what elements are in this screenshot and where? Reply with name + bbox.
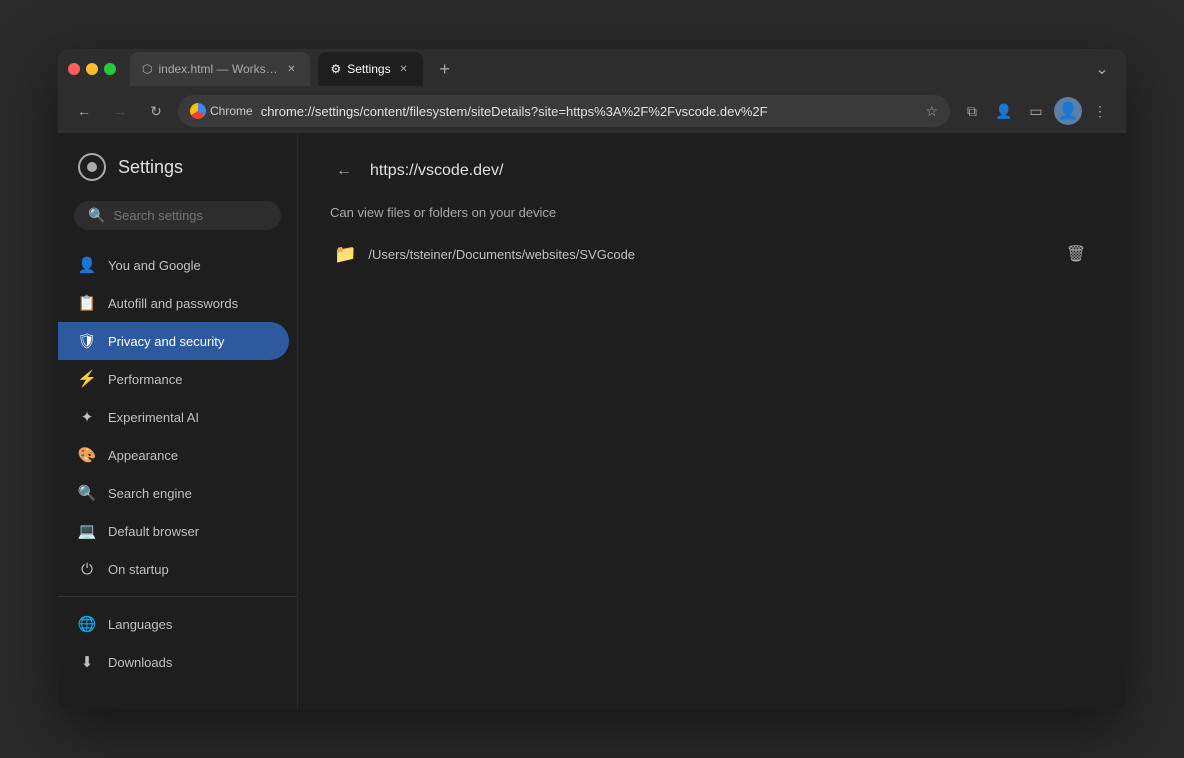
sidebar-item-label-experimental-ai: Experimental AI [108, 410, 199, 425]
search-settings-icon: 🔍 [88, 207, 105, 224]
sidebar-item-label-privacy: Privacy and security [108, 334, 224, 349]
profile-icon: 👤 [995, 103, 1012, 120]
forward-nav-button[interactable]: → [106, 97, 134, 125]
avatar-icon: 👤 [1058, 101, 1078, 121]
sidebar-item-label-appearance: Appearance [108, 448, 178, 463]
sidebar-item-languages[interactable]: 🌐 Languages [58, 605, 289, 643]
chrome-icon [190, 103, 206, 119]
tab-inactive-close[interactable]: ✕ [284, 62, 298, 76]
settings-tab-icon: ⚙ [330, 62, 341, 76]
avatar-button[interactable]: 👤 [1054, 97, 1082, 125]
tab-active-label: Settings [347, 62, 390, 76]
sidebar-item-performance[interactable]: ⚡ Performance [58, 360, 289, 398]
delete-file-button[interactable]: 🗑 [1062, 240, 1090, 268]
browser-window: ⬡ index.html — Workspace — V ✕ ⚙ Setting… [58, 49, 1126, 709]
settings-logo-icon [78, 153, 106, 181]
vscode-tab-icon: ⬡ [142, 62, 152, 76]
minimize-button[interactable] [86, 63, 98, 75]
back-header: ← https://vscode.dev/ [330, 157, 1094, 185]
sidebar-item-appearance[interactable]: 🎨 Appearance [58, 436, 289, 474]
sidebar-item-label-languages: Languages [108, 617, 172, 632]
tab-active-close[interactable]: ✕ [397, 62, 411, 76]
search-engine-icon: 🔍 [78, 484, 96, 502]
sidebar-divider [58, 596, 297, 597]
profile-button[interactable]: 👤 [990, 97, 1018, 125]
main-panel: ← https://vscode.dev/ Can view files or … [298, 133, 1126, 709]
tab-inactive[interactable]: ⬡ index.html — Workspace — V ✕ [130, 52, 310, 86]
main-content: Settings 🔍 👤 You and Google 📋 Autofill a… [58, 133, 1126, 709]
reload-icon: ↻ [150, 103, 162, 120]
sidebar-item-label-search-engine: Search engine [108, 486, 192, 501]
sidebar: Settings 🔍 👤 You and Google 📋 Autofill a… [58, 133, 298, 709]
folder-icon: 📁 [334, 244, 356, 265]
sidebar-item-downloads[interactable]: ⬇ Downloads [58, 643, 289, 681]
sidebar-item-label-downloads: Downloads [108, 655, 172, 670]
search-settings-bar[interactable]: 🔍 [74, 201, 281, 230]
tab-active[interactable]: ⚙ Settings ✕ [318, 52, 422, 86]
sidebar-item-autofill[interactable]: 📋 Autofill and passwords [58, 284, 289, 322]
back-nav-icon: ← [77, 103, 91, 119]
chrome-label: Chrome [210, 104, 253, 118]
settings-title: Settings [118, 157, 183, 178]
maximize-button[interactable] [104, 63, 116, 75]
sidebar-item-default-browser[interactable]: 💻 Default browser [58, 512, 289, 550]
default-browser-icon: 💻 [78, 522, 96, 540]
close-button[interactable] [68, 63, 80, 75]
back-arrow-icon: ← [336, 162, 352, 180]
back-nav-button[interactable]: ← [70, 97, 98, 125]
site-url-heading: https://vscode.dev/ [370, 162, 503, 180]
autofill-icon: 📋 [78, 294, 96, 312]
languages-icon: 🌐 [78, 615, 96, 633]
sidebar-item-you-and-google[interactable]: 👤 You and Google [58, 246, 289, 284]
tab-inactive-label: index.html — Workspace — V [158, 62, 278, 76]
url-text: chrome://settings/content/filesystem/sit… [261, 104, 918, 119]
sidebar-item-label-you-and-google: You and Google [108, 258, 201, 273]
performance-icon: ⚡ [78, 370, 96, 388]
tab-dropdown-button[interactable]: ⌄ [1088, 55, 1116, 83]
toolbar-right: ⧉ 👤 ▭ 👤 ⋮ [958, 97, 1114, 125]
menu-icon: ⋮ [1093, 103, 1107, 120]
reload-button[interactable]: ↻ [142, 97, 170, 125]
bookmark-icon[interactable]: ☆ [925, 103, 938, 120]
sidebar-item-label-default-browser: Default browser [108, 524, 199, 539]
sidebar-item-label-on-startup: On startup [108, 562, 169, 577]
privacy-icon: 🛡 [78, 332, 96, 350]
sidebar-toggle-icon: ▭ [1029, 103, 1042, 120]
file-path-text: /Users/tsteiner/Documents/websites/SVGco… [368, 247, 1050, 262]
sidebar-item-label-performance: Performance [108, 372, 182, 387]
chrome-label-group: Chrome [190, 103, 253, 119]
forward-nav-icon: → [113, 103, 127, 119]
on-startup-icon: ⏻ [78, 560, 96, 578]
dropdown-icon: ⌄ [1095, 59, 1108, 79]
address-bar[interactable]: Chrome chrome://settings/content/filesys… [178, 95, 950, 127]
sidebar-toggle-button[interactable]: ▭ [1022, 97, 1050, 125]
extensions-icon: ⧉ [967, 103, 977, 120]
trash-icon: 🗑 [1066, 244, 1086, 264]
section-description: Can view files or folders on your device [330, 205, 1094, 220]
menu-button[interactable]: ⋮ [1086, 97, 1114, 125]
file-entry: 📁 /Users/tsteiner/Documents/websites/SVG… [330, 232, 1094, 276]
extensions-button[interactable]: ⧉ [958, 97, 986, 125]
appearance-icon: 🎨 [78, 446, 96, 464]
experimental-ai-icon: ✦ [78, 408, 96, 426]
settings-header: Settings [58, 153, 297, 201]
title-bar: ⬡ index.html — Workspace — V ✕ ⚙ Setting… [58, 49, 1126, 89]
sidebar-item-privacy[interactable]: 🛡 Privacy and security [58, 322, 289, 360]
sidebar-item-experimental-ai[interactable]: ✦ Experimental AI [58, 398, 289, 436]
you-and-google-icon: 👤 [78, 256, 96, 274]
new-tab-button[interactable]: + [431, 55, 459, 83]
downloads-icon: ⬇ [78, 653, 96, 671]
sidebar-item-on-startup[interactable]: ⏻ On startup [58, 550, 289, 588]
sidebar-item-search-engine[interactable]: 🔍 Search engine [58, 474, 289, 512]
traffic-lights [68, 63, 116, 75]
back-to-privacy-button[interactable]: ← [330, 157, 358, 185]
sidebar-item-label-autofill: Autofill and passwords [108, 296, 238, 311]
toolbar: ← → ↻ Chrome chrome://settings/content/f… [58, 89, 1126, 133]
search-settings-input[interactable] [113, 208, 289, 223]
